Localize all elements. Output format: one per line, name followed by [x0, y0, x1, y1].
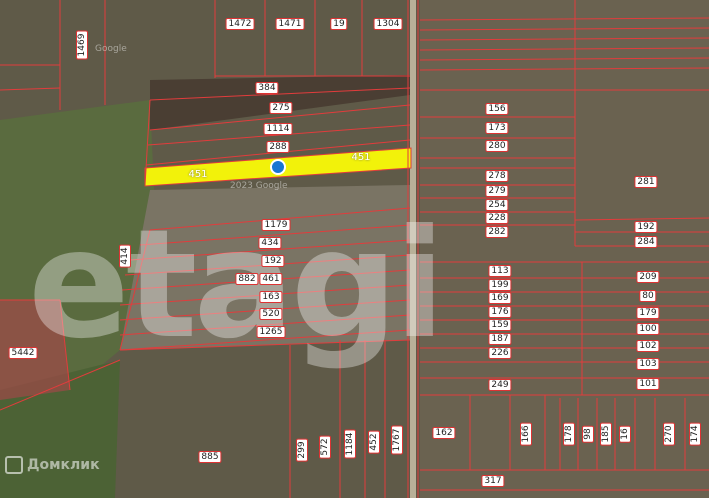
parcel-label[interactable]: 1469 [76, 30, 88, 60]
parcel-label[interactable]: 187 [488, 333, 512, 345]
parcel-label[interactable]: 192 [261, 255, 285, 267]
parcel-label[interactable]: 299 [296, 438, 308, 462]
location-marker[interactable] [270, 159, 286, 175]
domclick-logo-icon [5, 456, 23, 474]
parcel-label[interactable]: 249 [488, 379, 512, 391]
parcel-label[interactable]: 159 [488, 319, 512, 331]
parcel-label[interactable]: 275 [269, 102, 293, 114]
parcel-label[interactable]: 156 [485, 103, 509, 115]
parcel-label[interactable]: 228 [485, 212, 509, 224]
parcel-label[interactable]: 1472 [225, 18, 255, 30]
branding-text: Домклик [27, 457, 100, 473]
parcel-label[interactable]: 317 [481, 475, 505, 487]
parcel-label[interactable]: 209 [636, 271, 660, 283]
parcel-label[interactable]: 270 [663, 422, 675, 446]
parcel-label[interactable]: 98 [582, 425, 594, 443]
etagi-watermark: etagi [28, 198, 445, 372]
parcel-label[interactable]: 572 [319, 435, 331, 459]
parcel-label[interactable]: 16 [619, 425, 631, 443]
parcel-label[interactable]: 163 [259, 291, 283, 303]
parcel-label[interactable]: 885 [198, 451, 222, 463]
parcel-label[interactable]: 461 [259, 273, 283, 285]
selected-parcel-label[interactable]: 451 [186, 170, 209, 180]
parcel-label[interactable]: 384 [255, 82, 279, 94]
parcel-label[interactable]: 101 [636, 378, 660, 390]
parcel-label[interactable]: 174 [689, 422, 701, 446]
parcel-label[interactable]: 280 [485, 140, 509, 152]
parcel-label[interactable]: 178 [563, 422, 575, 446]
parcel-label[interactable]: 185 [600, 422, 612, 446]
parcel-label[interactable]: 282 [485, 226, 509, 238]
parcel-label[interactable]: 192 [634, 221, 658, 233]
parcel-label[interactable]: 19 [330, 18, 348, 30]
parcel-label[interactable]: 100 [636, 323, 660, 335]
parcel-label[interactable]: 166 [520, 422, 532, 446]
parcel-label[interactable]: 80 [639, 290, 657, 302]
parcel-label[interactable]: 169 [488, 292, 512, 304]
parcel-label[interactable]: 288 [266, 141, 290, 153]
parcel-label[interactable]: 434 [258, 237, 282, 249]
parcel-label[interactable]: 279 [485, 185, 509, 197]
parcel-label[interactable]: 254 [485, 199, 509, 211]
parcel-label[interactable]: 179 [636, 307, 660, 319]
parcel-label[interactable]: 1114 [263, 123, 293, 135]
parcel-label[interactable]: 1184 [344, 429, 356, 459]
parcel-label[interactable]: 226 [488, 347, 512, 359]
parcel-label[interactable]: 1304 [373, 18, 403, 30]
parcel-label[interactable]: 102 [636, 340, 660, 352]
parcel-label[interactable]: 278 [485, 170, 509, 182]
parcel-label[interactable]: 281 [634, 176, 658, 188]
parcel-label[interactable]: 113 [488, 265, 512, 277]
cadastral-map[interactable]: etagi 2023 Google Google 1472 1471 19 13… [0, 0, 709, 498]
parcel-label[interactable]: 882 [235, 273, 259, 285]
parcel-label[interactable]: 520 [259, 308, 283, 320]
map-credit: 2023 Google [230, 181, 288, 191]
parcel-label[interactable]: 1265 [256, 326, 286, 338]
parcel-label[interactable]: 5442 [8, 347, 38, 359]
google-mark: Google [95, 44, 127, 54]
parcel-label[interactable]: 162 [432, 427, 456, 439]
parcel-label[interactable]: 1767 [391, 425, 403, 455]
parcel-label[interactable]: 452 [368, 430, 380, 454]
parcel-label[interactable]: 173 [485, 122, 509, 134]
domclick-branding: Домклик [5, 456, 100, 474]
selected-parcel-label[interactable]: 451 [349, 153, 372, 163]
parcel-label[interactable]: 103 [636, 358, 660, 370]
parcel-label[interactable]: 1179 [261, 219, 291, 231]
parcel-label[interactable]: 284 [634, 236, 658, 248]
parcel-label[interactable]: 176 [488, 306, 512, 318]
parcel-label[interactable]: 414 [119, 244, 131, 268]
parcel-label[interactable]: 1471 [275, 18, 305, 30]
parcel-label[interactable]: 199 [488, 279, 512, 291]
